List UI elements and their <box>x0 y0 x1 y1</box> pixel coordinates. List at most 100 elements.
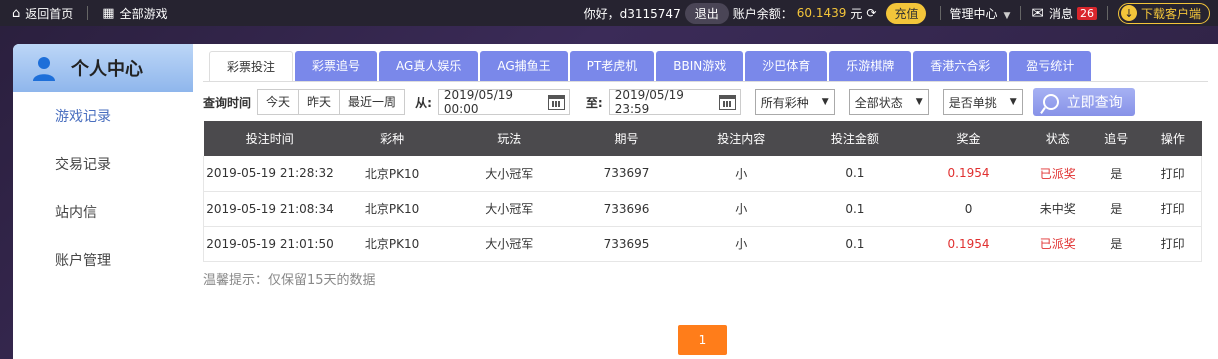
bet-time-cell: 2019-05-19 21:08:34 <box>203 191 337 227</box>
tab-ag-fishing[interactable]: AG捕鱼王 <box>480 51 568 81</box>
sidebar-title: 个人中心 <box>71 59 143 80</box>
messages-label: 消息 <box>1048 6 1073 21</box>
lottery-cell: 北京PK10 <box>336 156 449 192</box>
tab-hk-mark-six[interactable]: 香港六合彩 <box>913 51 1008 81</box>
issue-cell: 733697 <box>570 156 683 192</box>
bet-amount-cell: 0.1 <box>799 156 910 192</box>
table-row: 2019-05-19 21:08:34 北京PK10 大小冠军 733696 小… <box>203 191 1202 227</box>
tab-pt-slots[interactable]: PT老虎机 <box>569 51 655 81</box>
search-icon <box>1042 94 1059 110</box>
status-select[interactable]: 全部状态 ▼ <box>848 89 929 115</box>
bet-time-cell: 2019-05-19 21:01:50 <box>203 226 337 262</box>
sidebar: 个人中心 游戏记录 交易记录 站内信 账户管理 <box>13 44 193 359</box>
manage-label: 管理中心 <box>949 6 998 21</box>
chevron-down-icon: ▼ <box>1003 10 1011 21</box>
status-cell: 已派奖 <box>1027 156 1089 192</box>
single-pick-value: 是否单挑 <box>948 95 997 110</box>
user-avatar-icon <box>33 57 55 81</box>
col-issue: 期号 <box>570 121 683 156</box>
query-time-label: 查询时间 <box>203 95 252 110</box>
table-row: 2019-05-19 21:28:32 北京PK10 大小冠军 733697 小… <box>203 156 1202 192</box>
play-cell: 大小冠军 <box>448 191 571 227</box>
play-cell: 大小冠军 <box>448 226 571 262</box>
calendar-icon[interactable] <box>547 94 565 110</box>
sidebar-item-account[interactable]: 账户管理 <box>13 237 193 285</box>
to-label: 至: <box>585 95 603 110</box>
bet-time-cell: 2019-05-19 21:28:32 <box>203 156 337 192</box>
divider <box>1106 6 1108 20</box>
calendar-icon[interactable] <box>718 94 736 110</box>
filter-bar: 查询时间 今天 昨天 最近一周 从: 2019/05/19 00:00 至: 2… <box>203 88 1208 116</box>
sidebar-header: 个人中心 <box>13 44 193 92</box>
home-link[interactable]: ⌂ 返回首页 <box>0 0 73 26</box>
end-date-field[interactable]: 2019/05/19 23:59 <box>608 88 741 116</box>
print-link[interactable]: 打印 <box>1144 226 1202 262</box>
bet-content-cell: 小 <box>682 226 800 262</box>
balance-label: 账户余额： <box>732 6 793 21</box>
issue-cell: 733696 <box>570 191 683 227</box>
search-button-label: 立即查询 <box>1066 95 1123 111</box>
col-lottery: 彩种 <box>336 121 449 156</box>
chevron-down-icon: ▼ <box>821 97 829 107</box>
range-today-button[interactable]: 今天 <box>258 90 300 114</box>
prize-cell: 0.1954 <box>909 156 1028 192</box>
sidebar-item-transactions[interactable]: 交易记录 <box>13 141 193 189</box>
single-pick-select[interactable]: 是否单挑 ▼ <box>942 89 1023 115</box>
page-1-button[interactable]: 1 <box>678 325 727 355</box>
tab-ag-live[interactable]: AG真人娱乐 <box>379 51 479 81</box>
sidebar-item-game-records[interactable]: 游戏记录 <box>13 93 193 141</box>
balance-value: 60.1439 <box>796 6 847 20</box>
col-prize: 奖金 <box>909 121 1028 156</box>
status-cell: 未中奖 <box>1027 191 1089 227</box>
play-cell: 大小冠军 <box>448 156 571 192</box>
print-link[interactable]: 打印 <box>1144 191 1202 227</box>
manage-center-menu[interactable]: 管理中心 ▼ <box>949 5 1010 22</box>
divider <box>940 6 942 20</box>
home-label: 返回首页 <box>25 6 74 21</box>
charge-button[interactable]: 充值 <box>886 2 927 24</box>
start-date-value: 2019/05/19 00:00 <box>443 88 514 116</box>
end-date-value: 2019/05/19 23:59 <box>614 88 684 116</box>
logout-button[interactable]: 退出 <box>684 2 729 24</box>
status-cell: 已派奖 <box>1027 226 1089 262</box>
tab-saba-sports[interactable]: 沙巴体育 <box>745 51 828 81</box>
main-panel: 彩票投注 彩票追号 AG真人娱乐 AG捕鱼王 PT老虎机 BBIN游戏 沙巴体育… <box>193 44 1218 359</box>
tab-bbin[interactable]: BBIN游戏 <box>656 51 744 81</box>
messages-link[interactable]: ✉ 消息 26 <box>1031 4 1097 22</box>
top-bar: ⌂ 返回首页 ▦ 全部游戏 你好，d3115747 退出 账户余额： 60.14… <box>0 0 1218 26</box>
bet-amount-cell: 0.1 <box>799 191 910 227</box>
bet-content-cell: 小 <box>682 191 800 227</box>
tab-leyou-chess[interactable]: 乐游棋牌 <box>829 51 912 81</box>
tab-lottery-chase[interactable]: 彩票追号 <box>295 51 378 81</box>
range-week-button[interactable]: 最近一周 <box>340 90 404 114</box>
search-button[interactable]: 立即查询 <box>1032 88 1135 116</box>
col-bet-content: 投注内容 <box>682 121 800 156</box>
col-bet-amount: 投注金额 <box>799 121 910 156</box>
divider <box>87 6 89 20</box>
download-icon: ↓ <box>1120 5 1137 21</box>
mail-icon: ✉ <box>1031 4 1044 22</box>
col-status: 状态 <box>1027 121 1089 156</box>
all-games-link[interactable]: ▦ 全部游戏 <box>102 0 167 26</box>
tab-divider <box>203 81 1208 82</box>
start-date-field[interactable]: 2019/05/19 00:00 <box>437 88 570 116</box>
print-link[interactable]: 打印 <box>1144 156 1202 192</box>
chevron-down-icon: ▼ <box>1009 97 1017 107</box>
lottery-type-select[interactable]: 所有彩种 ▼ <box>754 89 835 115</box>
col-chase: 追号 <box>1088 121 1145 156</box>
balance-unit: 元 <box>850 6 863 21</box>
prize-cell: 0 <box>909 191 1028 227</box>
chase-cell: 是 <box>1088 226 1145 262</box>
download-client-button[interactable]: ↓ 下载客户端 <box>1117 2 1210 24</box>
from-label: 从: <box>415 95 432 110</box>
refresh-icon[interactable]: ⟳ <box>866 6 876 20</box>
tab-bar: 彩票投注 彩票追号 AG真人娱乐 AG捕鱼王 PT老虎机 BBIN游戏 沙巴体育… <box>209 51 1093 81</box>
range-yesterday-button[interactable]: 昨天 <box>299 90 341 114</box>
tab-lottery-bets[interactable]: 彩票投注 <box>209 51 294 81</box>
sidebar-item-inbox[interactable]: 站内信 <box>13 189 193 237</box>
quick-range-group: 今天 昨天 最近一周 <box>257 89 406 115</box>
tab-profit-stats[interactable]: 盈亏统计 <box>1009 51 1092 81</box>
home-icon: ⌂ <box>12 5 21 21</box>
bet-content-cell: 小 <box>682 156 800 192</box>
divider <box>1020 6 1022 20</box>
